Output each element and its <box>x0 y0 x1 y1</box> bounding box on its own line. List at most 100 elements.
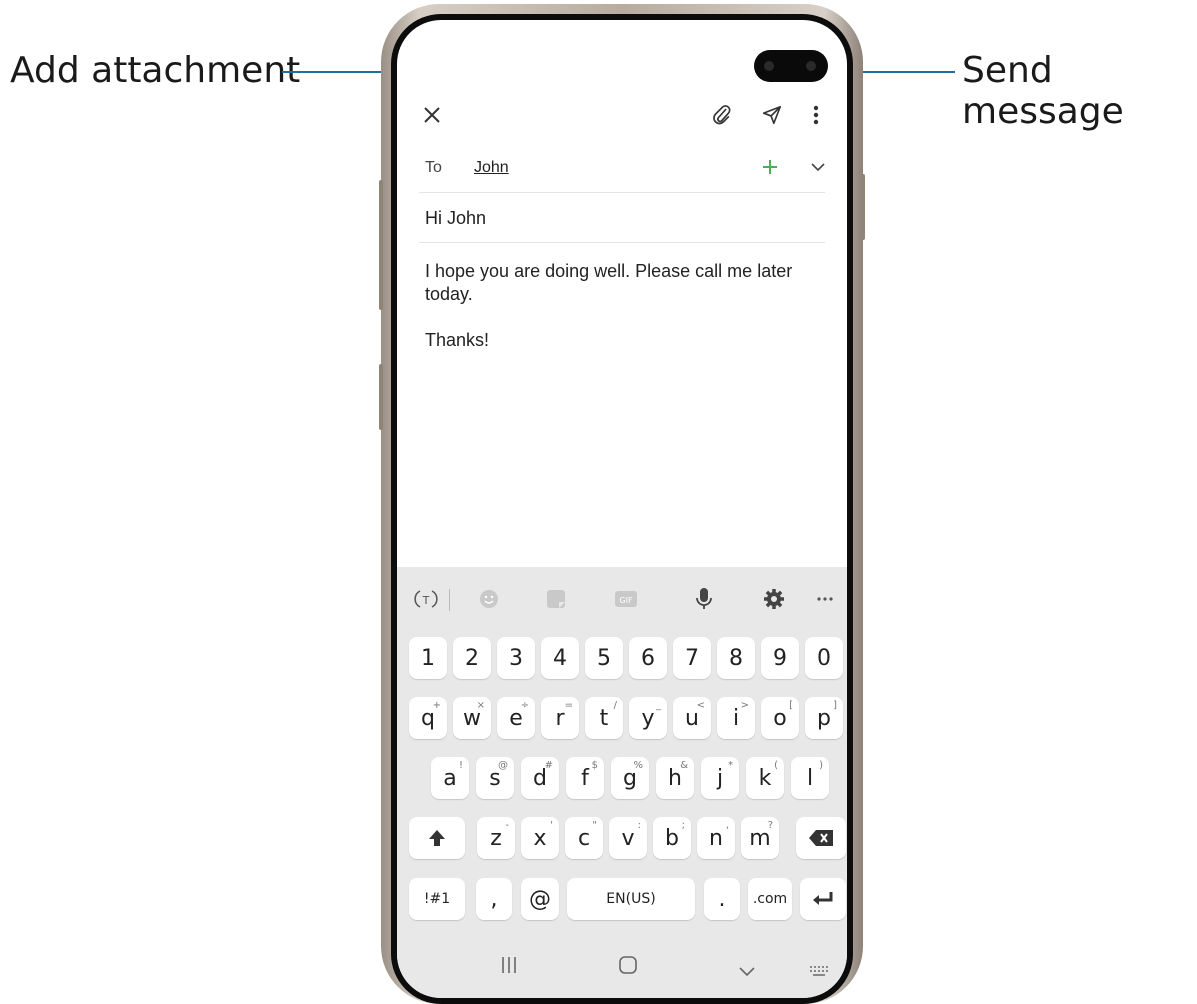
key-h[interactable]: h & <box>656 757 694 799</box>
key-i[interactable]: i > <box>717 697 755 739</box>
key-3[interactable]: 3 <box>497 637 535 679</box>
phone-frame: To John Hi John I hope you are doing wel… <box>379 4 865 1004</box>
symbols-key[interactable]: !#1 <box>409 878 465 920</box>
key-9[interactable]: 9 <box>761 637 799 679</box>
key-7[interactable]: 7 <box>673 637 711 679</box>
to-divider <box>419 192 825 193</box>
key-j[interactable]: j * <box>701 757 739 799</box>
key-a[interactable]: a! <box>431 757 469 799</box>
key-z[interactable]: z- <box>477 817 515 859</box>
key-c[interactable]: c " <box>565 817 603 859</box>
message-body[interactable]: I hope you are doing well. Please call m… <box>425 260 835 352</box>
key-p[interactable]: p] <box>805 697 843 739</box>
key-g[interactable]: g% <box>611 757 649 799</box>
key-e[interactable]: e ÷ <box>497 697 535 739</box>
key-m[interactable]: m? <box>741 817 779 859</box>
key-g-secondary: % <box>633 760 643 771</box>
emoji-icon[interactable] <box>472 585 506 613</box>
text-style-icon[interactable]: T <box>409 585 443 613</box>
key-5-label: 5 <box>597 645 611 671</box>
send-icon[interactable] <box>757 100 787 130</box>
shift-key[interactable] <box>409 817 465 859</box>
sticker-icon[interactable] <box>539 585 573 613</box>
key-o-label: o <box>773 705 787 731</box>
key-5[interactable]: 5 <box>585 637 623 679</box>
space-key[interactable]: EN(US) <box>567 878 695 920</box>
key-o-secondary: [ <box>789 700 793 711</box>
key-8[interactable]: 8 <box>717 637 755 679</box>
key-n-secondary: , <box>725 820 729 831</box>
key-u[interactable]: u < <box>673 697 711 739</box>
key-9-label: 9 <box>773 645 787 671</box>
key-t[interactable]: t / <box>585 697 623 739</box>
key-6-label: 6 <box>641 645 655 671</box>
key-2[interactable]: 2 <box>453 637 491 679</box>
key-6[interactable]: 6 <box>629 637 667 679</box>
key-f[interactable]: f $ <box>566 757 604 799</box>
chevron-down-icon[interactable] <box>805 154 831 180</box>
bixby-button <box>379 364 383 430</box>
subject-divider <box>419 242 825 243</box>
at-key[interactable]: @ <box>521 878 559 920</box>
key-l[interactable]: l) <box>791 757 829 799</box>
key-s[interactable]: s @ <box>476 757 514 799</box>
front-camera <box>754 50 828 82</box>
close-icon[interactable] <box>417 100 447 130</box>
key-x[interactable]: x ' <box>521 817 559 859</box>
key-o[interactable]: o[ <box>761 697 799 739</box>
key-i-label: i <box>732 705 740 731</box>
keyboard-hide-icon[interactable] <box>809 960 829 983</box>
key-a-secondary: ! <box>458 760 463 771</box>
key-y-label: y <box>641 705 655 731</box>
enter-key[interactable] <box>800 878 846 920</box>
backspace-key[interactable] <box>796 817 846 859</box>
screen-bezel: To John Hi John I hope you are doing wel… <box>391 14 853 1004</box>
key-2-label: 2 <box>465 645 479 671</box>
key-w[interactable]: w × <box>453 697 491 739</box>
send-message-callout: Send message <box>962 50 1124 132</box>
dotcom-key[interactable]: .com <box>748 878 792 920</box>
home-icon[interactable] <box>619 956 637 980</box>
key-3-label: 3 <box>509 645 523 671</box>
key-r-secondary: = <box>564 700 573 711</box>
key-x-label: x <box>533 825 547 851</box>
key-1[interactable]: 1 <box>409 637 447 679</box>
key-i-secondary: > <box>740 700 749 711</box>
key-f-secondary: $ <box>591 760 598 771</box>
add-recipient-icon[interactable] <box>757 154 783 180</box>
key-n[interactable]: n, <box>697 817 735 859</box>
key-c-secondary: " <box>592 820 597 831</box>
key-q[interactable]: q + <box>409 697 447 739</box>
key-x-secondary: ' <box>550 820 553 831</box>
subject-field[interactable]: Hi John <box>425 208 486 229</box>
recent-apps-icon[interactable] <box>501 956 517 980</box>
paperclip-icon[interactable] <box>707 100 737 130</box>
more-horizontal-icon[interactable] <box>811 585 839 613</box>
key-4[interactable]: 4 <box>541 637 579 679</box>
key-7-label: 7 <box>685 645 699 671</box>
key-k-label: k <box>758 765 772 791</box>
key-v[interactable]: v: <box>609 817 647 859</box>
key-q-secondary: + <box>432 700 441 711</box>
key-y-secondary: _ <box>656 700 661 711</box>
key-y[interactable]: y _ <box>629 697 667 739</box>
key-a-label: a <box>443 765 457 791</box>
settings-icon[interactable] <box>757 585 791 613</box>
recipient-chip[interactable]: John <box>474 159 509 177</box>
key-k[interactable]: k( <box>746 757 784 799</box>
key-j-label: j <box>716 765 724 791</box>
more-vertical-icon[interactable] <box>804 100 828 130</box>
key-0[interactable]: 0 <box>805 637 843 679</box>
key-v-label: v <box>621 825 635 851</box>
microphone-icon[interactable] <box>687 585 721 613</box>
back-icon[interactable] <box>739 960 755 983</box>
to-label: To <box>425 159 442 176</box>
period-key[interactable]: . <box>704 878 740 920</box>
comma-key[interactable]: , <box>476 878 512 920</box>
key-b[interactable]: b; <box>653 817 691 859</box>
key-d[interactable]: d # <box>521 757 559 799</box>
svg-text:T: T <box>422 594 430 607</box>
key-b-label: b <box>665 825 679 851</box>
key-r[interactable]: r = <box>541 697 579 739</box>
gif-icon[interactable]: GIF <box>609 585 643 613</box>
